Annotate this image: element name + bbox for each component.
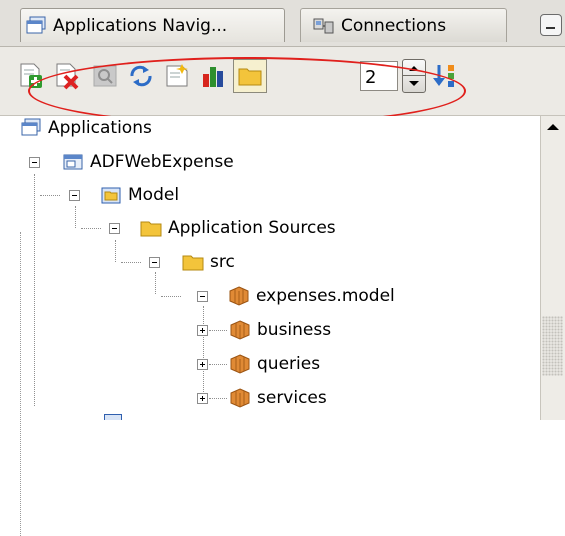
minimize-button[interactable] — [540, 14, 562, 36]
scrollbar-grip[interactable] — [542, 316, 563, 376]
tree-root-label: Applications — [48, 118, 152, 138]
package-icon — [229, 388, 251, 408]
folder-icon — [140, 218, 162, 238]
tree-node-application-sources[interactable]: Application Sources — [140, 216, 336, 240]
tree-node-label: services — [257, 388, 327, 408]
tree-node-services[interactable]: services — [229, 386, 327, 410]
tree-node-src[interactable]: src — [182, 250, 235, 274]
workspace-icon — [62, 152, 84, 172]
expand-toggle[interactable] — [197, 359, 208, 370]
tree-node-label: expenses.model — [256, 286, 395, 306]
tree-content: Applications ADFWebExpense Model Applica… — [0, 0, 538, 420]
tree-node-model[interactable]: Model — [100, 183, 179, 207]
package-icon — [229, 354, 251, 374]
tree-node-label: Application Sources — [168, 218, 336, 238]
folder-icon — [182, 252, 204, 272]
tree-node-label: src — [210, 252, 235, 272]
tree-node-expenses-model[interactable]: expenses.model — [228, 284, 395, 308]
collapse-toggle[interactable] — [197, 291, 208, 302]
applications-icon — [20, 118, 42, 138]
tree-node-queries[interactable]: queries — [229, 352, 320, 376]
tree-node-label: ADFWebExpense — [90, 152, 234, 172]
collapse-toggle[interactable] — [29, 157, 40, 168]
tree-node-label: Model — [128, 185, 180, 205]
project-icon — [100, 185, 122, 205]
collapse-toggle[interactable] — [149, 257, 160, 268]
package-icon — [228, 286, 250, 306]
collapse-toggle[interactable] — [109, 223, 120, 234]
tree-node-adfwebexpense[interactable]: ADFWebExpense — [62, 150, 234, 174]
expand-toggle[interactable] — [197, 393, 208, 404]
partial-node-icon — [104, 414, 122, 420]
expand-toggle[interactable] — [197, 325, 208, 336]
tree-node-business[interactable]: business — [229, 318, 331, 342]
tree-root-applications[interactable]: Applications — [20, 116, 152, 140]
collapse-toggle[interactable] — [69, 190, 80, 201]
tree-node-label: business — [257, 320, 332, 340]
package-icon — [229, 320, 251, 340]
scroll-up-arrow-icon[interactable] — [540, 116, 565, 138]
tree-node-label: queries — [257, 354, 321, 374]
